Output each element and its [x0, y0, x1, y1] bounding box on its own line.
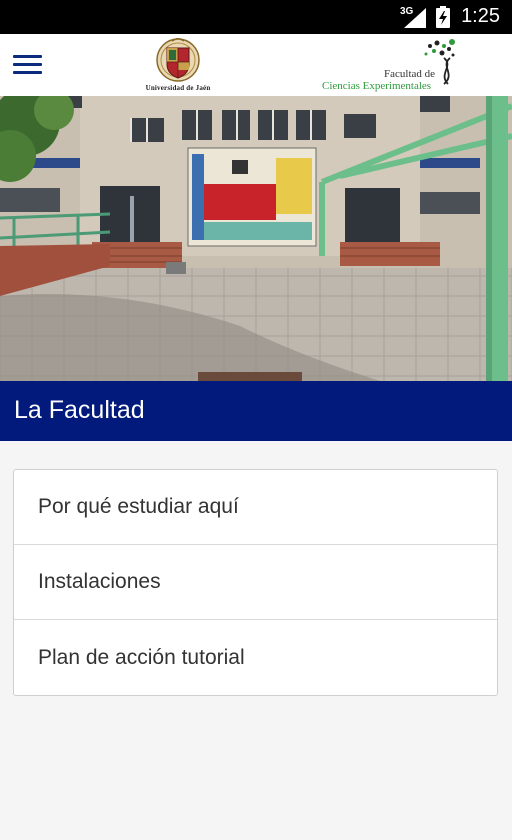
clock: 1:25 — [461, 5, 500, 27]
battery-charging-icon — [436, 6, 450, 28]
menu-item-por-que-estudiar-aqui[interactable]: Por qué estudiar aquí — [14, 470, 497, 545]
menu-item-plan-de-accion-tutorial[interactable]: Plan de acción tutorial — [14, 620, 497, 695]
menu-item-label: Plan de acción tutorial — [38, 645, 245, 669]
faculty-logo: Facultad de Ciencias Experimentales — [318, 38, 468, 94]
section-title: La Facultad — [14, 396, 145, 424]
signal-icon — [404, 8, 426, 28]
university-crest-icon — [156, 38, 200, 82]
menu-list: Por qué estudiar aquí Instalaciones Plan… — [13, 469, 498, 696]
faculty-name-line1: Facultad de — [384, 68, 436, 80]
menu-icon-bar — [13, 55, 42, 58]
status-bar: 3G 1:25 — [0, 0, 512, 34]
hamburger-menu-button[interactable] — [8, 48, 48, 82]
menu-icon-bar — [13, 71, 42, 74]
menu-item-instalaciones[interactable]: Instalaciones — [14, 545, 497, 620]
university-name: Universidad de Jaén — [145, 84, 211, 92]
hero-illustration — [0, 96, 512, 381]
faculty-name-line2: Ciencias Experimentales — [322, 80, 432, 92]
menu-item-label: Instalaciones — [38, 570, 161, 593]
menu-icon-bar — [13, 63, 42, 66]
app-header: Universidad de Jaén Facultad de Ciencias… — [0, 34, 512, 96]
menu-item-label: Por qué estudiar aquí — [38, 495, 239, 518]
university-logo: Universidad de Jaén — [138, 38, 218, 94]
faculty-building-photo — [0, 96, 512, 381]
section-header: La Facultad — [0, 381, 512, 441]
